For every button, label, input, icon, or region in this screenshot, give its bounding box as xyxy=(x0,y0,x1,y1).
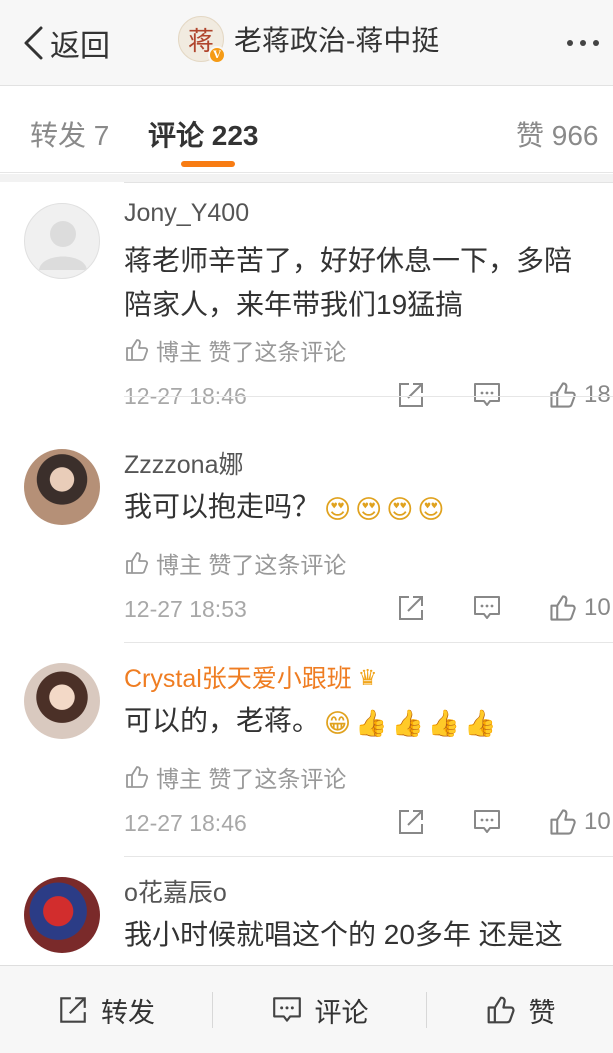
avatar[interactable] xyxy=(24,663,100,739)
comment-text-content: 可以的，老蒋。 xyxy=(124,705,321,736)
tab-reposts[interactable]: 转发 7 xyxy=(30,114,109,154)
like-count: 10 xyxy=(584,594,611,621)
comment-item: Zzzzona娜 我可以抱走吗？ 😍 😍 😍 😍 博主 赞了这条评论 12-27 18:… xyxy=(0,429,613,643)
comment-username[interactable]: Zzzzona娜 xyxy=(124,445,243,481)
blogger-header[interactable]: 蒋 V 老蒋政治-蒋中挺 xyxy=(178,16,440,64)
tab-comments[interactable]: 评论 223 xyxy=(148,114,259,154)
thumbs-up-emoji: 👍 xyxy=(427,708,461,738)
comment-username[interactable]: o花嘉辰o xyxy=(124,873,227,909)
thumb-up-icon xyxy=(126,552,149,574)
like-label: 赞 xyxy=(528,997,556,1028)
comment-button[interactable]: 评论 xyxy=(213,966,426,1053)
comment-text-content: 我可以抱走吗？ xyxy=(124,491,321,522)
avatar[interactable] xyxy=(24,877,100,953)
active-tab-indicator xyxy=(181,161,235,167)
comment-icon xyxy=(474,383,500,406)
comment-item: o花嘉辰o 我小时候就唱这个的 20多年 还是这 xyxy=(0,857,613,965)
top-nav-bar: 返回 蒋 V 老蒋政治-蒋中挺 xyxy=(0,0,613,86)
author-liked-note: 博主 赞了这条评论 xyxy=(124,333,346,367)
comment-text-line: 蒋老师辛苦了，好好休息一下，多陪 xyxy=(124,245,573,276)
comment-icon xyxy=(474,596,500,619)
author-liked-text: 博主 赞了这条评论 xyxy=(156,339,347,365)
avatar[interactable] xyxy=(24,449,100,525)
thumb-up-icon xyxy=(126,766,149,788)
share-button[interactable] xyxy=(396,380,426,410)
section-divider xyxy=(0,174,613,182)
repost-label: 转发 xyxy=(101,997,155,1028)
comment-username[interactable]: Crystal张天爱小跟班 ♛ xyxy=(124,659,378,695)
share-button[interactable] xyxy=(396,593,426,623)
divider xyxy=(124,396,613,397)
repost-button[interactable]: 转发 xyxy=(0,966,212,1053)
comment-icon xyxy=(272,997,301,1022)
comment-text: 我小时候就唱这个的 20多年 还是这 xyxy=(124,913,610,957)
verified-badge-icon: V xyxy=(208,46,226,64)
blogger-avatar[interactable]: 蒋 V xyxy=(178,16,226,64)
crown-badge-icon: ♛ xyxy=(357,665,378,690)
comment-icon xyxy=(474,810,500,833)
comment-text-line: 陪家人，来年带我们19猛搞 xyxy=(124,289,464,320)
author-liked-note: 博主 赞了这条评论 xyxy=(124,546,346,580)
author-liked-text: 博主 赞了这条评论 xyxy=(156,552,347,578)
back-button[interactable]: 返回 xyxy=(22,22,110,64)
heart-eyes-emoji: 😍 xyxy=(324,494,352,524)
tab-bar: 转发 7 评论 223 赞 966 xyxy=(0,87,613,173)
thumb-up-icon xyxy=(487,996,515,1024)
comment-username-text: Crystal张天爱小跟班 xyxy=(124,665,352,693)
like-button[interactable]: 10 xyxy=(548,593,611,623)
author-liked-note: 博主 赞了这条评论 xyxy=(124,760,346,794)
bottom-action-bar: 转发 评论 赞 xyxy=(0,965,613,1053)
heart-eyes-emoji: 😍 xyxy=(417,494,445,524)
share-icon xyxy=(399,596,423,620)
comment-text: 可以的，老蒋。 😁 👍 👍 👍 👍 xyxy=(124,699,610,745)
author-liked-text: 博主 赞了这条评论 xyxy=(156,766,347,792)
comment-label: 评论 xyxy=(314,997,369,1028)
comment-text: 蒋老师辛苦了，好好休息一下，多陪 陪家人，来年带我们19猛搞 xyxy=(124,239,610,327)
share-icon xyxy=(399,383,423,407)
default-user-icon xyxy=(39,221,87,270)
like-button[interactable]: 赞 xyxy=(427,966,613,1053)
comment-item: Jony_Y400 蒋老师辛苦了，好好休息一下，多陪 陪家人，来年带我们19猛搞… xyxy=(0,183,613,409)
like-button[interactable]: 18 xyxy=(548,380,611,410)
like-button[interactable]: 10 xyxy=(548,807,611,837)
back-label: 返回 xyxy=(50,30,110,63)
more-options-icon[interactable] xyxy=(567,22,599,64)
thumbs-up-emoji: 👍 xyxy=(391,708,424,738)
comment-item: Crystal张天爱小跟班 ♛ 可以的，老蒋。 😁 👍 👍 👍 👍 博主 赞了这条评论 12… xyxy=(0,643,613,857)
like-count: 18 xyxy=(584,381,611,408)
comment-text-content: 我小时候就唱这个的 20多年 还是这 xyxy=(124,919,563,950)
thumbs-up-emoji: 👍 xyxy=(464,708,497,738)
thumb-up-icon xyxy=(550,382,576,408)
share-icon xyxy=(399,810,423,834)
laughing-emoji: 😁 xyxy=(324,708,352,738)
tab-likes[interactable]: 赞 966 xyxy=(516,114,599,154)
heart-eyes-emoji: 😍 xyxy=(355,494,383,524)
heart-eyes-emoji: 😍 xyxy=(386,494,414,524)
comment-time: 12-27 18:53 xyxy=(124,596,247,622)
comment-username[interactable]: Jony_Y400 xyxy=(124,199,249,228)
like-count: 10 xyxy=(584,808,611,835)
chevron-left-icon xyxy=(24,26,43,60)
share-button[interactable] xyxy=(396,807,426,837)
reply-button[interactable] xyxy=(472,593,502,623)
avatar[interactable] xyxy=(24,203,100,279)
share-icon xyxy=(60,997,86,1023)
comment-time: 12-27 18:46 xyxy=(124,810,247,836)
thumb-up-icon xyxy=(126,339,149,361)
reply-button[interactable] xyxy=(472,807,502,837)
reply-button[interactable] xyxy=(472,380,502,410)
thumb-up-icon xyxy=(550,809,576,835)
thumbs-up-emoji: 👍 xyxy=(355,708,388,738)
thumb-up-icon xyxy=(550,595,576,621)
page-title: 老蒋政治-蒋中挺 xyxy=(234,25,440,56)
comment-text: 我可以抱走吗？ 😍 😍 😍 😍 xyxy=(124,485,610,531)
